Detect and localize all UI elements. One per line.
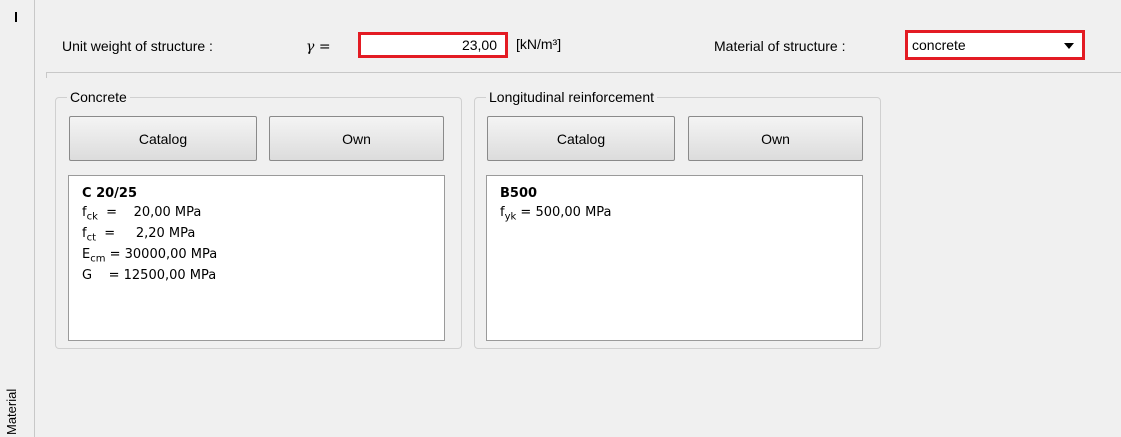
divider-corner (46, 72, 47, 78)
side-tab-label: Material (4, 388, 19, 435)
concrete-param-row: fck = 20,00 MPa (82, 205, 202, 223)
reinforcement-catalog-button[interactable]: Catalog (487, 116, 675, 161)
side-tab-material[interactable]: Material (0, 330, 22, 437)
pin-marker (15, 12, 17, 22)
material-select[interactable]: concrete (905, 30, 1085, 60)
material-label: Material of structure : (714, 38, 846, 54)
concrete-catalog-button[interactable]: Catalog (69, 116, 257, 161)
concrete-param-row: G = 12500,00 MPa (82, 268, 217, 283)
unit-weight-label: Unit weight of structure : (62, 38, 213, 54)
concrete-own-button[interactable]: Own (269, 116, 444, 161)
chevron-down-icon (1064, 43, 1074, 49)
unit-weight-unit: [kN/m³] (516, 36, 562, 52)
concrete-param-row: Ecm = 30000,00 MPa (82, 247, 218, 265)
concrete-param-row: fct = 2,20 MPa (82, 226, 196, 244)
unit-weight-input-wrapper (358, 32, 508, 58)
reinforcement-grade: B500 (500, 186, 538, 201)
concrete-group-title: Concrete (67, 89, 130, 105)
reinforcement-param-row: fyk = 500,00 MPa (500, 205, 612, 223)
concrete-info-panel: C 20/25 fck = 20,00 MPa fct = 2,20 MPa E… (68, 175, 445, 341)
material-select-value: concrete (912, 37, 966, 53)
unit-weight-input[interactable] (361, 35, 505, 55)
concrete-grade: C 20/25 (82, 186, 137, 201)
gamma-symbol: γ = (306, 39, 331, 55)
reinforcement-own-button[interactable]: Own (688, 116, 863, 161)
divider (46, 72, 1121, 73)
reinforcement-info-panel: B500 fyk = 500,00 MPa (486, 175, 863, 341)
reinforcement-group-title: Longitudinal reinforcement (486, 89, 657, 105)
